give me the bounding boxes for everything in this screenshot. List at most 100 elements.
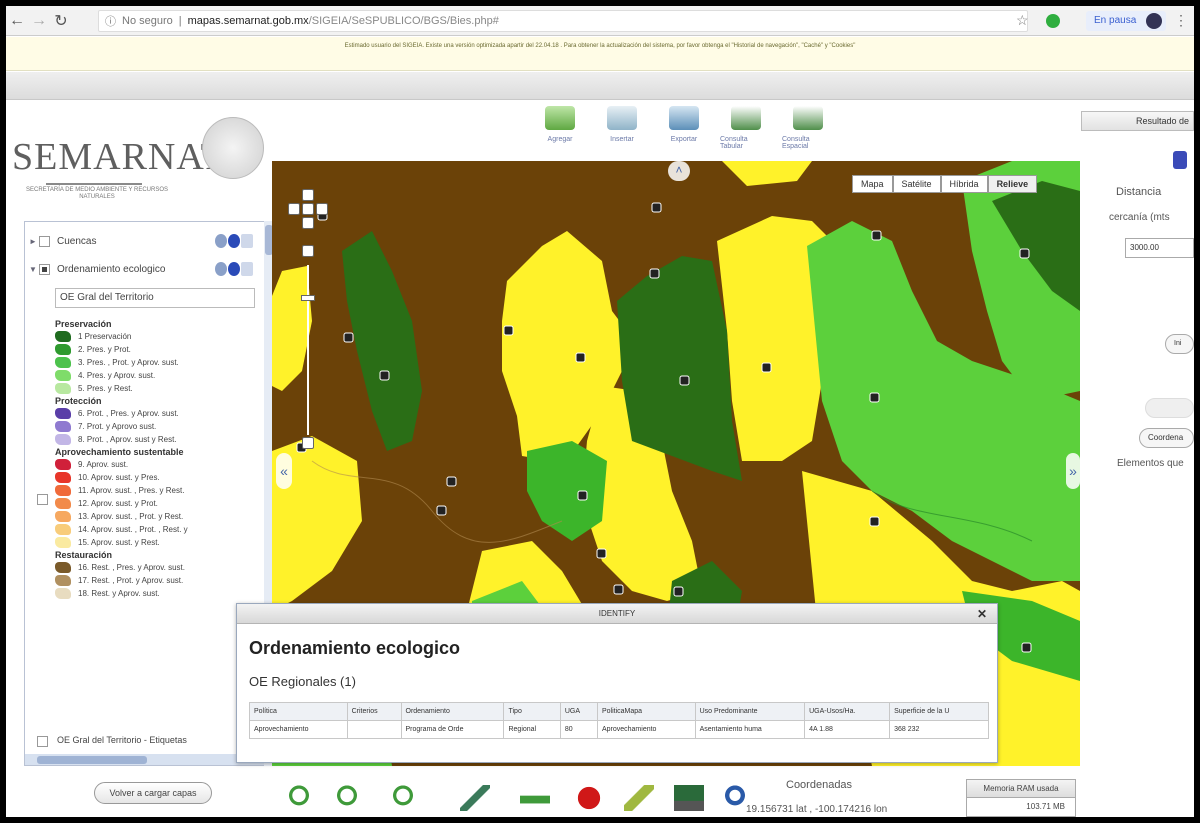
back-arrow-icon[interactable]: ← <box>6 10 28 32</box>
export-icon <box>669 106 699 130</box>
profile-button[interactable]: En pausa <box>1086 11 1166 31</box>
map-type-hibrida[interactable]: Híbrida <box>940 175 988 193</box>
layer-controls[interactable] <box>215 262 255 278</box>
horizontal-scrollbar[interactable] <box>25 754 269 765</box>
add-layer-button[interactable]: Agregar <box>534 106 586 161</box>
zoom-in-icon[interactable] <box>302 245 314 257</box>
export-button[interactable]: Exportar <box>658 106 710 161</box>
legend-heading: Protección <box>55 396 102 406</box>
add-layer-icon <box>545 106 575 130</box>
map-type-relieve[interactable]: Relieve <box>987 175 1038 193</box>
pan-control[interactable] <box>286 189 330 233</box>
legend-heading: Aprovechamiento sustentable <box>55 447 184 457</box>
tool-label: Exportar <box>670 136 698 143</box>
spatial-query-button[interactable]: Consulta Espacial <box>782 106 834 161</box>
semarnat-logo: SEMARNAT <box>12 136 225 178</box>
pan-down-icon[interactable] <box>302 217 314 229</box>
zoom-extent-icon[interactable] <box>388 785 418 811</box>
menu-dots-icon[interactable]: ⋮ <box>1174 12 1188 29</box>
notice-banner: Estimado usuario del SIGEIA. Existe una … <box>6 37 1194 71</box>
zoom-out-icon[interactable] <box>302 437 314 449</box>
collapse-top-icon[interactable]: ˄ <box>668 161 690 181</box>
layer-label: Cuencas <box>57 236 97 247</box>
reload-layers-button[interactable]: Volver a cargar capas <box>94 782 212 804</box>
column-header: Ordenamiento <box>400 702 505 721</box>
layer-checkbox[interactable] <box>39 264 50 275</box>
reload-icon[interactable]: ↻ <box>50 10 72 32</box>
legend-item: 15. Aprov. sust. y Rest. <box>55 536 265 549</box>
identify-icon[interactable] <box>574 785 604 811</box>
table-header-row: Política Criterios Ordenamiento Tipo UGA… <box>249 702 989 721</box>
collapse-left-icon[interactable]: « <box>276 453 292 489</box>
layer-select[interactable]: OE Gral del Territorio <box>55 288 255 308</box>
measure-icon[interactable] <box>520 785 550 811</box>
expand-icon[interactable]: ► <box>29 237 37 246</box>
close-icon[interactable]: ✕ <box>977 604 987 624</box>
table-query-icon <box>731 106 761 130</box>
layer-row-ordenamiento[interactable]: ▼ Ordenamiento ecologico <box>25 260 269 282</box>
avatar <box>1146 13 1162 29</box>
layer-label: Ordenamiento ecologico <box>57 264 166 275</box>
layer-row-cuencas[interactable]: ► Cuencas <box>25 232 269 254</box>
layer-controls[interactable] <box>215 234 255 250</box>
browser-window: ← → ↻ ⓘ No seguro | mapas.semarnat.gob.m… <box>6 6 1194 817</box>
bookmark-star-icon[interactable]: ☆ <box>1016 12 1029 29</box>
results-tab[interactable]: Resultado de <box>1081 111 1194 131</box>
draw-icon[interactable] <box>624 785 654 811</box>
legend-item: 16. Rest. , Pres. y Aprov. sust. <box>55 561 265 574</box>
legend-checkbox[interactable] <box>37 494 48 505</box>
identify-table: Política Criterios Ordenamiento Tipo UGA… <box>249 702 989 739</box>
address-bar[interactable]: ⓘ No seguro | mapas.semarnat.gob.mx /SIG… <box>98 10 1028 32</box>
pan-right-icon[interactable] <box>316 203 328 215</box>
zoom-in-icon[interactable] <box>284 785 314 811</box>
column-header: Tipo <box>503 702 561 721</box>
coordinates-button[interactable]: Coordena <box>1139 428 1194 448</box>
distance-icon <box>1173 151 1187 169</box>
legend-item: 14. Aprov. sust. , Prot. , Rest. y <box>55 523 265 536</box>
legend-item: 11. Aprov. sust. , Pres. y Rest. <box>55 484 265 497</box>
table-query-button[interactable]: Consulta Tabular <box>720 106 772 161</box>
dialog-title-bar[interactable]: IDENTIFY ✕ <box>237 604 997 624</box>
ram-label: Memoria RAM usada <box>967 780 1075 798</box>
zoom-out-icon[interactable] <box>332 785 362 811</box>
zoom-knob[interactable] <box>301 295 315 301</box>
tool-label: Consulta Tabular <box>720 136 748 150</box>
zoom-track[interactable] <box>307 265 309 435</box>
table-cell: Programa de Orde <box>400 720 505 739</box>
distance-input[interactable]: 3000.00 <box>1125 238 1194 258</box>
table-cell: 4A 1.88 <box>804 720 891 739</box>
zoom-slider[interactable] <box>301 245 315 455</box>
extension-icon[interactable] <box>1046 14 1060 28</box>
collapse-icon[interactable]: ▼ <box>29 265 37 274</box>
table-row[interactable]: Aprovechamiento Programa de Orde Regiona… <box>249 720 989 739</box>
collapse-right-icon[interactable]: » <box>1066 453 1080 489</box>
column-header: Política <box>249 702 348 721</box>
insert-icon <box>607 106 637 130</box>
forward-arrow-icon[interactable]: → <box>28 10 50 32</box>
layer-checkbox[interactable] <box>37 736 48 747</box>
map-type-satelite[interactable]: Satélite <box>892 175 941 193</box>
legend-item: 10. Aprov. sust. y Pres. <box>55 471 265 484</box>
coordinates-label: Coordenadas <box>786 779 853 791</box>
pan-left-icon[interactable] <box>288 203 300 215</box>
legend-item: 9. Aprov. sust. <box>55 458 265 471</box>
start-button[interactable]: Ini <box>1165 334 1194 354</box>
pan-up-icon[interactable] <box>302 189 314 201</box>
layer-checkbox[interactable] <box>39 236 50 247</box>
column-header: UGA-Usos/Ha. <box>804 702 891 721</box>
pan-center-icon[interactable] <box>302 203 314 215</box>
disabled-button[interactable] <box>1145 398 1194 418</box>
pan-icon[interactable] <box>460 785 490 811</box>
legend-item: 13. Aprov. sust. , Prot. y Rest. <box>55 510 265 523</box>
url-host: mapas.semarnat.gob.mx <box>187 15 309 27</box>
map-type-mapa[interactable]: Mapa <box>852 175 893 193</box>
top-toolbar: Agregar Insertar Exportar Consulta Tabul… <box>534 106 874 161</box>
legend-heading: Restauración <box>55 550 113 560</box>
cercania-label: cercanía (mts <box>1109 212 1170 223</box>
insert-button[interactable]: Insertar <box>596 106 648 161</box>
print-icon[interactable] <box>674 785 704 811</box>
legend-heading: Preservación <box>55 319 112 329</box>
header-bar <box>6 72 1194 100</box>
layer-row-etiquetas[interactable]: OE Gral del Territorio - Etiquetas <box>37 732 267 752</box>
legend-item: 3. Pres. , Prot. y Aprov. sust. <box>55 356 265 369</box>
